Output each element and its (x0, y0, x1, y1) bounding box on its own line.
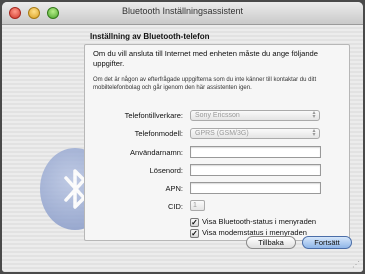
model-value: GPRS (GSM/3G) (195, 130, 249, 137)
select-arrows-icon: ▴ ▾ (312, 128, 316, 138)
window-title: Bluetooth Inställningsassistent (121, 6, 244, 16)
manufacturer-label: Telefontillverkare: (124, 111, 183, 120)
bt-status-label: Visa Bluetooth-status i menyraden (202, 217, 317, 226)
model-select[interactable]: GPRS (GSM/3G) ▴ ▾ (190, 128, 320, 139)
cid-label: CID: (168, 202, 183, 211)
cid-select[interactable]: 1 (190, 200, 205, 211)
username-field[interactable] (190, 146, 321, 158)
select-arrows-icon: ▴ ▾ (312, 110, 316, 120)
manufacturer-select[interactable]: Sony Ericsson ▴ ▾ (190, 110, 320, 121)
title-bar: Bluetooth Inställningsassistent (2, 2, 363, 25)
settings-box: Om du vill ansluta till Internet med enh… (84, 44, 350, 241)
intro-text: Om du vill ansluta till Internet med enh… (93, 49, 318, 68)
content-panel: Inställning av Bluetooth-telefon Om du v… (82, 32, 350, 241)
password-field[interactable] (190, 164, 321, 176)
username-label: Användarnamn: (130, 148, 183, 157)
continue-button[interactable]: Fortsätt (302, 236, 352, 249)
model-label: Telefonmodell: (134, 129, 183, 138)
manufacturer-value: Sony Ericsson (195, 112, 240, 119)
resize-grip-icon[interactable]: ⋰ (352, 261, 360, 269)
note-text: Om det är någon av efterfrågade uppgifte… (93, 77, 317, 91)
apn-label: APN: (165, 184, 183, 193)
back-button[interactable]: Tillbaka (246, 236, 296, 249)
password-label: Lösenord: (149, 166, 183, 175)
cid-value: 1 (193, 202, 197, 209)
modem-status-checkbox[interactable]: ✓ (190, 229, 199, 238)
section-heading: Inställning av Bluetooth-telefon (90, 32, 210, 41)
apn-field[interactable] (190, 182, 321, 194)
bt-status-checkbox[interactable]: ✓ (190, 218, 199, 227)
assistant-window: Bluetooth Inställningsassistent Inställn… (2, 2, 363, 272)
